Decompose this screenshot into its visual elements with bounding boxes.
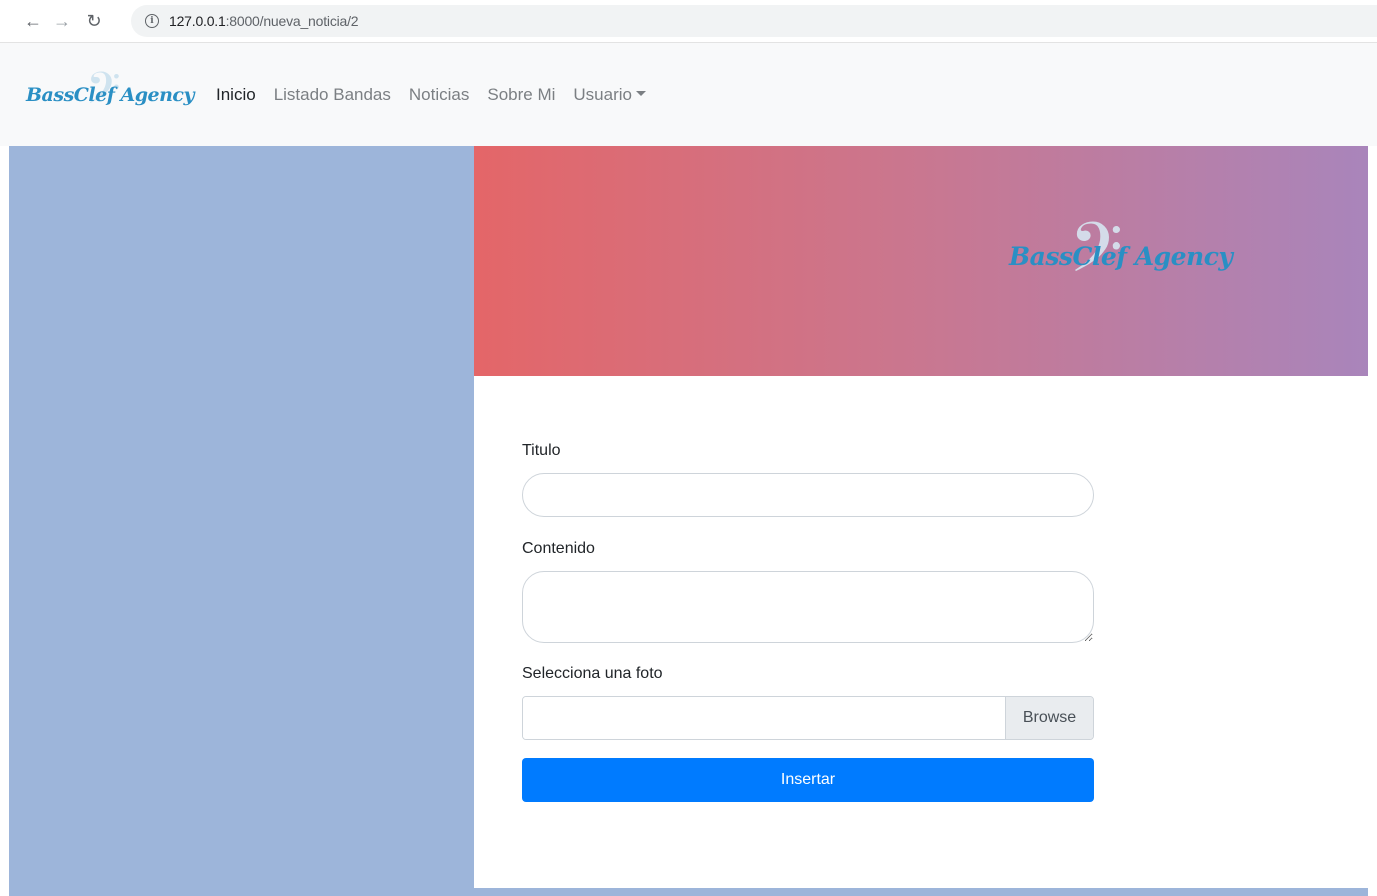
file-name-field[interactable] — [523, 697, 1005, 739]
nav-dropdown-usuario[interactable]: Usuario — [573, 85, 646, 105]
forward-arrow-icon[interactable]: → — [49, 8, 75, 34]
url-text: 127.0.0.1:8000/nueva_noticia/2 — [169, 13, 359, 29]
content-group: Contenido — [522, 540, 1094, 643]
page-left-margin — [0, 146, 9, 896]
title-label: Titulo — [522, 442, 561, 459]
hero-banner: 𝄢 BassClef Agency — [474, 146, 1368, 376]
brand-logo[interactable]: 𝄢 BassClef Agency — [26, 65, 196, 125]
back-arrow-icon[interactable]: ← — [20, 8, 46, 34]
brand-text: BassClef Agency — [26, 83, 195, 106]
nav-link-sobre-mi[interactable]: Sobre Mi — [487, 85, 555, 105]
content-textarea[interactable] — [522, 571, 1094, 643]
reload-icon[interactable]: ↻ — [81, 8, 107, 34]
page-right-margin — [1368, 146, 1377, 896]
site-navbar: 𝄢 BassClef Agency Inicio Listado Bandas … — [0, 42, 1377, 146]
url-path: :8000/nueva_noticia/2 — [225, 13, 359, 29]
address-bar[interactable]: i 127.0.0.1:8000/nueva_noticia/2 — [131, 5, 1377, 37]
bottom-strip — [474, 888, 1368, 896]
url-host: 127.0.0.1 — [169, 13, 226, 29]
nav-link-listado-bandas[interactable]: Listado Bandas — [274, 85, 391, 105]
content-label: Contenido — [522, 540, 595, 557]
title-input[interactable] — [522, 473, 1094, 517]
photo-label: Selecciona una foto — [522, 665, 663, 682]
insertar-button[interactable]: Insertar — [522, 758, 1094, 802]
new-news-form: Titulo Contenido Selecciona una foto Bro… — [522, 442, 1094, 802]
title-group: Titulo — [522, 442, 1094, 517]
side-panel — [0, 146, 474, 896]
nav-links: Inicio Listado Bandas Noticias Sobre Mi … — [216, 85, 664, 105]
news-form-card: Titulo Contenido Selecciona una foto Bro… — [474, 376, 1368, 888]
hero-logo: 𝄢 BassClef Agency — [1009, 214, 1233, 306]
usuario-label: Usuario — [573, 84, 632, 104]
nav-link-inicio[interactable]: Inicio — [216, 85, 256, 105]
browser-toolbar: ← → ↻ i 127.0.0.1:8000/nueva_noticia/2 — [0, 0, 1377, 42]
nav-link-noticias[interactable]: Noticias — [409, 85, 469, 105]
info-icon[interactable]: i — [145, 14, 159, 28]
photo-file-input[interactable]: Browse — [522, 696, 1094, 740]
photo-group: Selecciona una foto Browse — [522, 665, 1094, 740]
browse-button[interactable]: Browse — [1005, 697, 1093, 739]
caret-down-icon — [635, 90, 646, 96]
hero-logo-text: BassClef Agency — [1009, 242, 1233, 271]
